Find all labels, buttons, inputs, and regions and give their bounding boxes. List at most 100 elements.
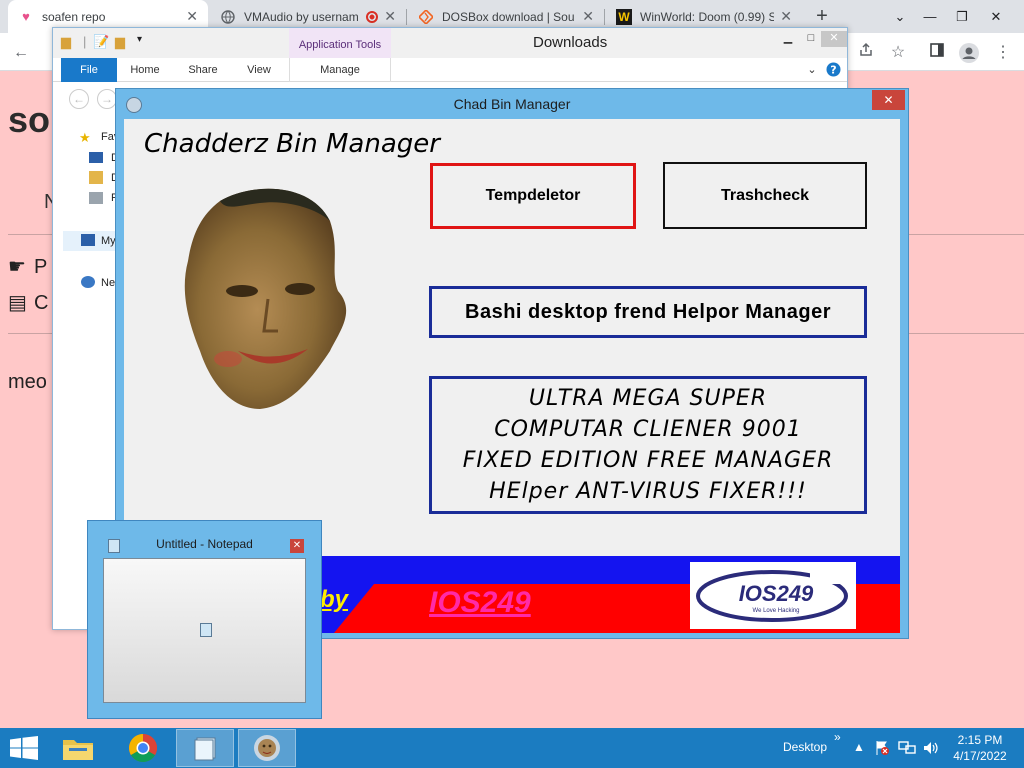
help-icon[interactable]: ? [825,58,841,82]
tab-title: soafen repo [42,9,106,24]
taskbar-chad-bin-manager[interactable] [238,729,296,767]
notepad-icon [194,737,216,761]
svg-text:?: ? [830,64,836,77]
clock-date: 4/17/2022 [953,749,1007,763]
page-text: meo [8,371,47,393]
sourceforge-icon [418,9,434,25]
notepad-icon [200,623,212,637]
button-line: ULTRA MEGA SUPER [528,386,768,411]
ribbon-tab-file[interactable]: File [61,58,117,82]
close-tab-icon[interactable]: ✕ [780,8,792,25]
button-line: HElper ANT-VIRUS FIXER!!! [489,479,807,504]
taskbar-chrome[interactable] [114,729,172,767]
computer-icon [81,234,95,246]
close-window-button[interactable]: ✕ [980,0,1012,33]
show-hidden-icons-icon[interactable]: ▲ [853,740,865,754]
system-clock[interactable]: 2:15 PM 4/17/2022 [948,732,1012,764]
separator: | [83,34,87,49]
tempdeletor-button[interactable]: Tempdeletor [430,163,636,229]
taskbar-file-explorer[interactable] [49,729,107,767]
close-tab-icon[interactable]: ✕ [582,8,594,25]
tab-divider [604,9,605,25]
clock-time: 2:15 PM [957,733,1003,747]
close-tab-icon[interactable]: ✕ [186,8,198,25]
explorer-title: Downloads [533,34,608,51]
close-tab-icon[interactable]: ✕ [384,8,396,25]
network-icon[interactable] [898,740,916,759]
folder-icon [63,740,93,760]
quick-access-dropdown-icon[interactable]: ▾ [137,34,142,45]
page-heading: so [8,99,51,140]
tab-title: DOSBox download | Sou [442,9,575,24]
share-icon[interactable] [855,42,877,64]
globe-icon [220,9,236,25]
recent-places-icon [89,192,103,204]
ios249-logo: IOS249 We Love Hacking [690,562,856,629]
desktop-toolbar-label[interactable]: Desktop [783,740,827,754]
minimize-button[interactable]: — [914,0,946,33]
side-panel-icon[interactable] [926,42,948,64]
action-center-flag-icon[interactable] [874,740,890,759]
chrome-icon [129,734,157,762]
network-icon [81,276,95,288]
taskbar-notepad[interactable] [176,729,234,767]
desktop-icon [89,152,103,163]
star-icon: ★ [79,130,91,145]
page-list-item[interactable]: ☛ P [8,254,47,279]
ribbon-tab-share[interactable]: Share [181,58,225,82]
chad-titlebar: Chad Bin Manager ✕ [116,89,908,119]
downloads-folder-icon [89,171,103,184]
close-button[interactable]: ✕ [872,90,905,110]
folder-icon: ▆ [61,34,71,49]
ribbon-tab-manage[interactable]: Manage [289,58,391,82]
nav-my-computer[interactable]: My [101,235,116,247]
tab-title: VMAudio by usernam [244,9,359,24]
ribbon-tabs: File Home Share View Manage ⌄ ? [53,58,847,82]
trashcheck-button[interactable]: Trashcheck [663,162,867,229]
forward-arrow-icon[interactable]: → [97,89,117,109]
profile-avatar-icon[interactable] [958,42,980,64]
new-tab-button[interactable]: + [812,6,832,26]
properties-icon[interactable]: 📝 [93,34,109,50]
toolbar-overflow-icon[interactable]: » [834,730,841,744]
heart-icon: ♥ [22,9,30,24]
face-app-icon [254,735,280,761]
button-line: FIXED EDITION FREE MANAGER [462,448,834,473]
restore-button[interactable]: ❐ [946,0,978,33]
recording-icon [366,10,379,23]
chad-title: Chad Bin Manager [453,96,571,112]
page-list-label: C [34,292,49,314]
close-button[interactable]: ✕ [290,539,304,553]
volume-icon[interactable] [922,740,940,759]
face-image [184,188,347,409]
new-folder-icon[interactable]: ▆ [115,34,125,50]
explorer-titlebar: ▆ | 📝 ▆ ▾ Application Tools Downloads ▁ … [53,28,847,58]
notepad-window: Untitled - Notepad ✕ [87,520,322,719]
close-button[interactable]: ✕ [821,31,847,47]
svg-text:We Love Hacking: We Love Hacking [753,608,800,614]
notepad-title: Untitled - Notepad [156,537,253,551]
document-icon: ▤ [8,292,27,314]
ribbon-tab-view[interactable]: View [237,58,281,82]
application-tools-tab: Application Tools [289,28,391,58]
bashi-helper-button[interactable]: Bashi desktop frend Helpor Manager [429,286,867,338]
bookmark-star-icon[interactable]: ☆ [887,42,909,64]
ribbon-tab-home[interactable]: Home [123,58,167,82]
button-line: COMPUTAR CLIENER 9001 [494,417,802,442]
tab-search-icon[interactable]: ⌄ [884,0,916,33]
windows-start-icon[interactable] [10,736,38,760]
taskbar: Desktop » ▲ 2:15 PM 4/17/2022 [0,728,1024,768]
nav-network[interactable]: Ne [101,277,115,289]
banner-author-text: IOS249 [429,586,531,619]
menu-kebab-icon[interactable]: ⋮ [992,42,1014,64]
tab-divider [406,9,407,25]
ribbon-expand-icon[interactable]: ⌄ [805,58,819,82]
back-arrow-icon[interactable]: ← [10,42,32,64]
notepad-body[interactable] [103,558,306,703]
ultra-cleaner-button[interactable]: ULTRA MEGA SUPER COMPUTAR CLIENER 9001 F… [429,376,867,514]
page-list-item[interactable]: ▤ C [8,290,48,315]
app-heading: Chadderz Bin Manager [144,129,440,159]
tab-title: WinWorld: Doom (0.99) S [640,9,775,24]
back-arrow-icon[interactable]: ← [69,89,89,109]
winworld-icon: W [616,8,632,25]
